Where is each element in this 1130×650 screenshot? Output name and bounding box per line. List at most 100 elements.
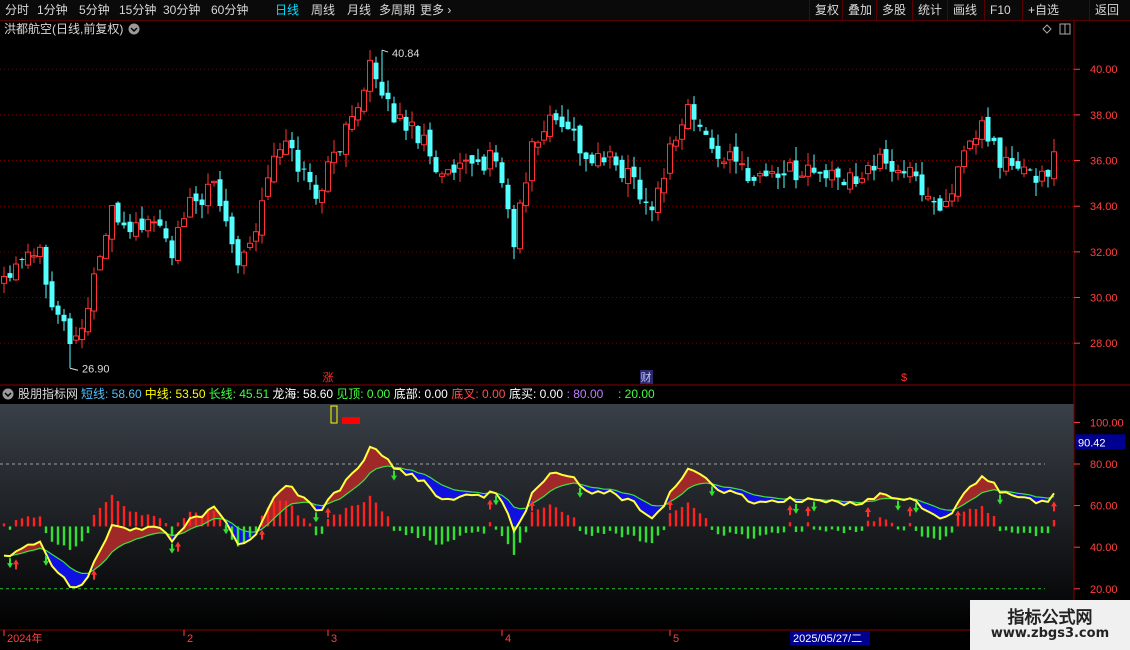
period-tab-10[interactable]: 更多 › xyxy=(420,2,451,18)
candle-down xyxy=(337,151,343,153)
histogram-bar xyxy=(1022,526,1026,533)
histogram-bar xyxy=(50,526,54,542)
histogram-bar xyxy=(170,526,174,536)
candle-up xyxy=(523,182,529,207)
period-tab-2[interactable]: 5分钟 xyxy=(79,2,110,18)
histogram-bar xyxy=(908,522,912,527)
histogram-bar xyxy=(824,526,828,532)
toolbar-button-2[interactable]: 多股 xyxy=(882,2,906,18)
event-marker[interactable]: 财 xyxy=(641,370,652,384)
period-tab-5[interactable]: 60分钟 xyxy=(211,2,248,18)
histogram-bar xyxy=(656,526,660,536)
candle-down xyxy=(67,318,73,345)
histogram-bar xyxy=(1052,519,1056,527)
indicator-param-2: 长线: 45.51 xyxy=(209,387,270,401)
period-tab-9[interactable]: 多周期 xyxy=(379,2,415,18)
candle-up xyxy=(265,177,271,197)
histogram-bar xyxy=(740,526,744,535)
date-axis-label: 4 xyxy=(505,633,511,645)
toolbar-button-0[interactable]: 复权 xyxy=(815,2,839,18)
candle-up xyxy=(271,155,277,183)
candle-up xyxy=(805,164,811,177)
histogram-bar xyxy=(980,505,984,527)
candle-down xyxy=(373,62,379,80)
candle-down xyxy=(811,167,817,173)
histogram-bar xyxy=(518,526,522,543)
histogram-bar xyxy=(638,526,642,542)
candle-up xyxy=(205,183,211,207)
toolbar-separator xyxy=(1089,0,1090,20)
histogram-bar xyxy=(290,505,294,527)
period-tab-1[interactable]: 1分钟 xyxy=(37,2,68,18)
histogram-bar xyxy=(62,526,66,546)
candle-down xyxy=(997,137,1003,168)
stock-title: 洪都航空(日线,前复权) xyxy=(4,21,123,36)
histogram-bar xyxy=(98,507,102,527)
histogram-bar xyxy=(650,526,654,544)
price-chart[interactable]: 40.00 38.00 36.00 34.00 32.00 30.00 28.00 洪都航空(… xyxy=(0,21,1130,386)
candle-up xyxy=(925,195,931,200)
period-tab-7[interactable]: 周线 xyxy=(311,2,335,18)
indicator-param-6: 底叉: 0.00 xyxy=(451,386,505,401)
event-marker[interactable]: 涨 xyxy=(323,371,334,384)
histogram-bar xyxy=(776,526,780,534)
candle-up xyxy=(487,150,493,170)
histogram-bar xyxy=(2,523,6,527)
candle-down xyxy=(19,259,25,261)
toolbar-button-4[interactable]: 画线 xyxy=(953,2,977,18)
title-dropdown-icon[interactable] xyxy=(128,23,140,35)
histogram-bar xyxy=(134,511,138,527)
candle-up xyxy=(211,180,217,184)
histogram-bar xyxy=(326,519,330,527)
histogram-bar xyxy=(890,522,894,527)
event-marker[interactable]: $ xyxy=(901,372,907,384)
candle-down xyxy=(55,305,61,315)
candle-down xyxy=(931,200,937,203)
candle-up xyxy=(79,327,85,341)
candle-up xyxy=(679,124,685,140)
current-value-label: 90.42 xyxy=(1078,437,1106,449)
candle-up xyxy=(247,242,253,248)
toolbar-button-3[interactable]: 统计 xyxy=(918,2,942,18)
candle-up xyxy=(1051,151,1057,180)
candle-up xyxy=(361,89,367,112)
indicator-axis-label: 40.00 xyxy=(1090,542,1118,554)
histogram-bar xyxy=(26,516,30,527)
candle-up xyxy=(673,139,679,147)
toolbar-button-5[interactable]: F10 xyxy=(990,2,1011,18)
period-tab-4[interactable]: 30分钟 xyxy=(163,2,200,18)
toolbar-button-1[interactable]: 叠加 xyxy=(848,2,872,18)
indicator-param-0: 短线: 58.60 xyxy=(81,387,142,401)
indicator-dropdown-icon[interactable] xyxy=(2,388,14,400)
candle-down xyxy=(475,159,481,162)
low-price-label: 26.90 xyxy=(82,363,110,375)
candle-down xyxy=(589,154,595,164)
indicator-chart[interactable]: 股朋指标网 短线: 58.60 中线: 53.50 长线: 45.51 龙海: 58.6… xyxy=(0,386,1130,650)
histogram-bar xyxy=(56,526,60,545)
histogram-bar xyxy=(770,526,774,533)
candle-down xyxy=(61,314,67,322)
candle-up xyxy=(331,151,337,164)
period-tab-0[interactable]: 分时 xyxy=(5,2,29,18)
candle-up xyxy=(535,141,541,148)
date-axis-label: 5 xyxy=(673,633,679,645)
candle-up xyxy=(463,159,469,162)
histogram-bar xyxy=(932,526,936,539)
histogram-bar xyxy=(302,518,306,527)
toolbar-button-6[interactable]: +自选 xyxy=(1028,2,1059,18)
histogram-bar xyxy=(44,526,48,534)
candle-down xyxy=(631,166,637,178)
candle-down xyxy=(379,81,385,96)
histogram-bar xyxy=(458,526,462,536)
candle-up xyxy=(355,107,361,121)
histogram-bar xyxy=(506,526,510,545)
period-tab-8[interactable]: 月线 xyxy=(347,2,371,18)
toolbar-button-7[interactable]: 返回 xyxy=(1095,2,1119,18)
candle-down xyxy=(991,137,997,142)
period-tab-6[interactable]: 日线 xyxy=(275,2,299,18)
candle-down xyxy=(571,128,577,131)
period-tab-3[interactable]: 15分钟 xyxy=(119,2,156,18)
candle-up xyxy=(895,169,901,174)
histogram-bar xyxy=(602,526,606,534)
histogram-bar xyxy=(806,522,810,527)
